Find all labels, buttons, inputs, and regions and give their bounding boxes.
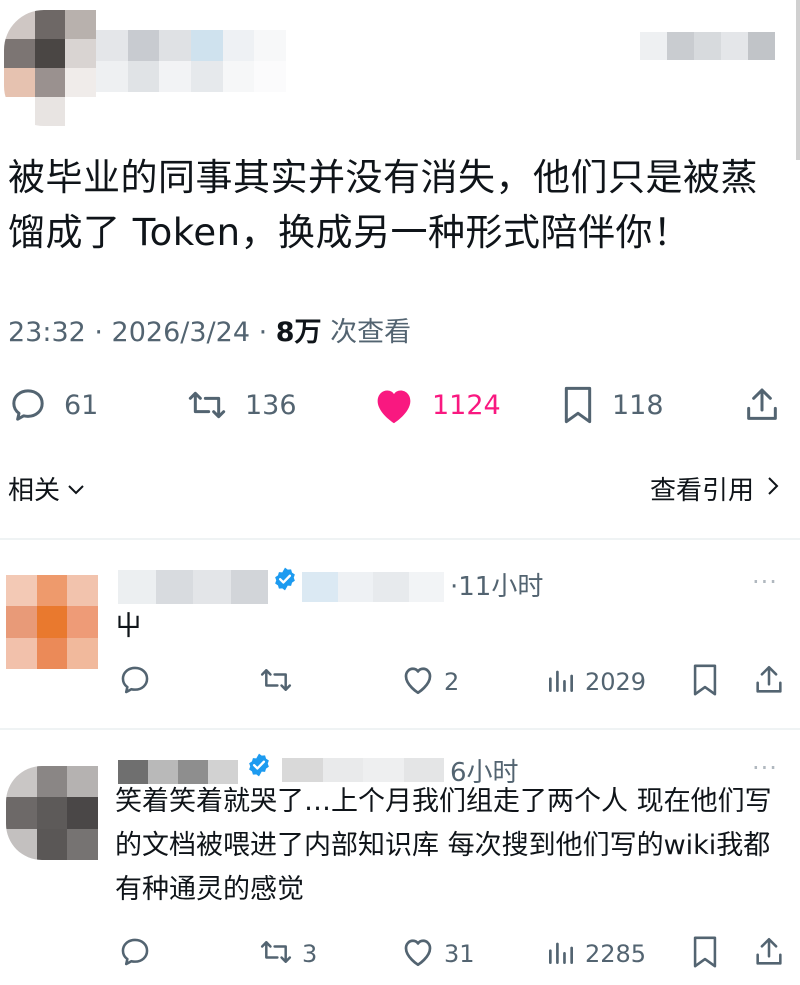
reply-text: 笑着笑着就哭了…上个月我们组走了两个人 现在他们写的文档被喂进了内部知识库 每次… <box>115 786 772 905</box>
reply-button[interactable] <box>118 934 160 974</box>
share-icon <box>752 663 786 701</box>
reply-icon <box>118 663 152 701</box>
share-button[interactable] <box>752 934 786 974</box>
tweet-text: 被毕业的同事其实并没有消失，他们只是被蒸馏成了 Token，换成另一种形式陪伴你… <box>8 156 758 254</box>
like-button[interactable]: 2 <box>400 662 459 702</box>
bookmark-button[interactable] <box>690 934 720 974</box>
share-button[interactable] <box>742 380 782 430</box>
reply-avatar[interactable] <box>6 575 98 669</box>
reply-count: 61 <box>64 389 99 421</box>
author-name-blurred[interactable] <box>96 30 286 92</box>
view-quotes-link[interactable]: 查看引用 <box>650 470 780 507</box>
more-options-icon[interactable]: ··· <box>752 568 778 596</box>
tweet-timestamp[interactable]: 23:32 · 2026/3/24 · <box>8 317 276 348</box>
views-icon <box>545 664 577 700</box>
reply-icon <box>8 385 48 425</box>
like-count: 2 <box>444 668 460 696</box>
more-options-icon[interactable]: ··· <box>752 754 778 782</box>
views-icon <box>545 936 577 972</box>
verified-badge-icon <box>246 752 272 778</box>
bookmark-icon <box>690 935 720 973</box>
author-avatar[interactable] <box>4 10 96 126</box>
share-icon <box>752 935 786 973</box>
related-label: 相关 <box>8 476 61 506</box>
reply-button[interactable]: 61 <box>8 380 98 430</box>
follow-button-blurred[interactable] <box>640 32 775 60</box>
reply-handle-blurred[interactable] <box>282 758 444 782</box>
chevron-down-icon <box>66 474 86 504</box>
reply-handle-blurred[interactable] <box>302 572 444 602</box>
divider <box>0 728 800 730</box>
heart-icon <box>372 385 416 425</box>
views-count: 2029 <box>585 668 647 696</box>
tweet-views-label: 次查看 <box>321 317 412 348</box>
bookmark-button[interactable]: 118 <box>560 380 664 430</box>
view-quotes-label: 查看引用 <box>649 476 754 506</box>
like-count: 31 <box>444 940 475 968</box>
reply-icon <box>118 935 152 973</box>
reply-button[interactable] <box>118 662 160 702</box>
scrollbar[interactable] <box>796 0 800 160</box>
bookmark-button[interactable] <box>690 662 720 702</box>
tweet-action-bar: 61 136 1124 118 <box>0 380 800 430</box>
bookmark-icon <box>690 663 720 701</box>
tweet-views-count: 8万 <box>275 317 322 348</box>
retweet-icon <box>185 385 229 425</box>
retweet-icon <box>258 663 294 701</box>
views-button[interactable]: 2029 <box>545 662 646 702</box>
like-button[interactable]: 1124 <box>372 380 501 430</box>
retweet-icon <box>258 935 294 973</box>
reply-timestamp[interactable]: ·11小时 <box>450 566 543 603</box>
reply-action-bar: 3 31 2285 <box>0 934 800 974</box>
chevron-right-icon <box>766 474 780 504</box>
verified-badge-icon <box>272 566 298 592</box>
views-button[interactable]: 2285 <box>545 934 646 974</box>
divider <box>0 538 800 540</box>
tweet-meta: 23:32 · 2026/3/24 · 8万 次查看 <box>8 310 411 349</box>
reply-author-name-blurred[interactable] <box>118 570 268 604</box>
bookmark-icon <box>560 385 596 425</box>
like-count: 1124 <box>432 389 501 421</box>
retweet-button[interactable] <box>258 662 302 702</box>
like-button[interactable]: 31 <box>400 934 475 974</box>
reply-avatar[interactable] <box>6 766 98 860</box>
share-button[interactable] <box>752 662 786 702</box>
heart-icon <box>400 663 436 701</box>
reply-text: 屮 <box>115 611 142 642</box>
retweet-count: 136 <box>245 389 297 421</box>
related-dropdown[interactable]: 相关 <box>8 470 86 507</box>
share-icon <box>742 385 782 425</box>
retweet-button[interactable]: 3 <box>258 934 317 974</box>
bookmark-count: 118 <box>612 389 664 421</box>
views-count: 2285 <box>585 940 647 968</box>
heart-icon <box>400 935 436 973</box>
retweet-button[interactable]: 136 <box>185 380 297 430</box>
reply-action-bar: 2 2029 <box>0 662 800 702</box>
retweet-count: 3 <box>302 940 318 968</box>
